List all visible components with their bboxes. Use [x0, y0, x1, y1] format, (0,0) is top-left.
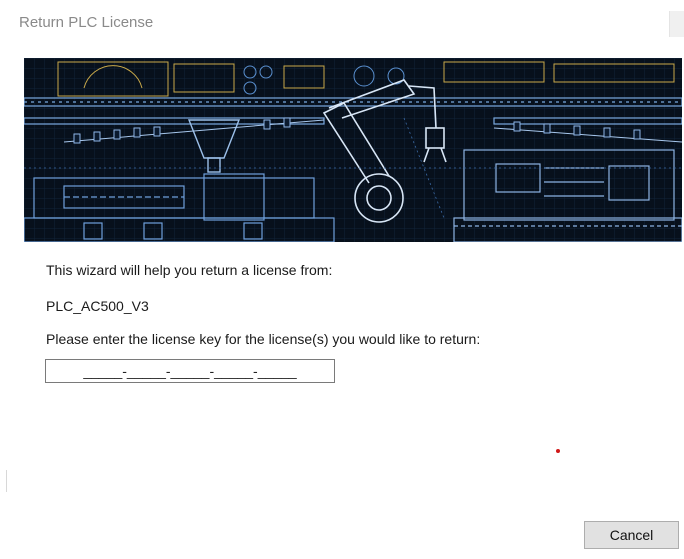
intro-text: This wizard will help you return a licen…	[46, 262, 333, 278]
cursor-marker	[556, 449, 560, 453]
license-key-prompt: Please enter the license key for the lic…	[46, 331, 481, 347]
license-key-input[interactable]: _____-_____-_____-_____-_____	[45, 359, 335, 383]
return-plc-license-dialog: Return PLC License This wizard will help…	[0, 0, 684, 559]
banner-image	[24, 58, 682, 242]
window-title: Return PLC License	[19, 14, 154, 31]
machinery-blueprint-illustration	[24, 58, 682, 242]
window-edge	[6, 470, 7, 492]
close-button[interactable]	[669, 11, 684, 37]
device-name: PLC_AC500_V3	[46, 298, 149, 314]
title-bar: Return PLC License	[0, 0, 684, 44]
license-key-mask: _____-_____-_____-_____-_____	[83, 363, 297, 379]
cancel-button[interactable]: Cancel	[584, 521, 679, 549]
